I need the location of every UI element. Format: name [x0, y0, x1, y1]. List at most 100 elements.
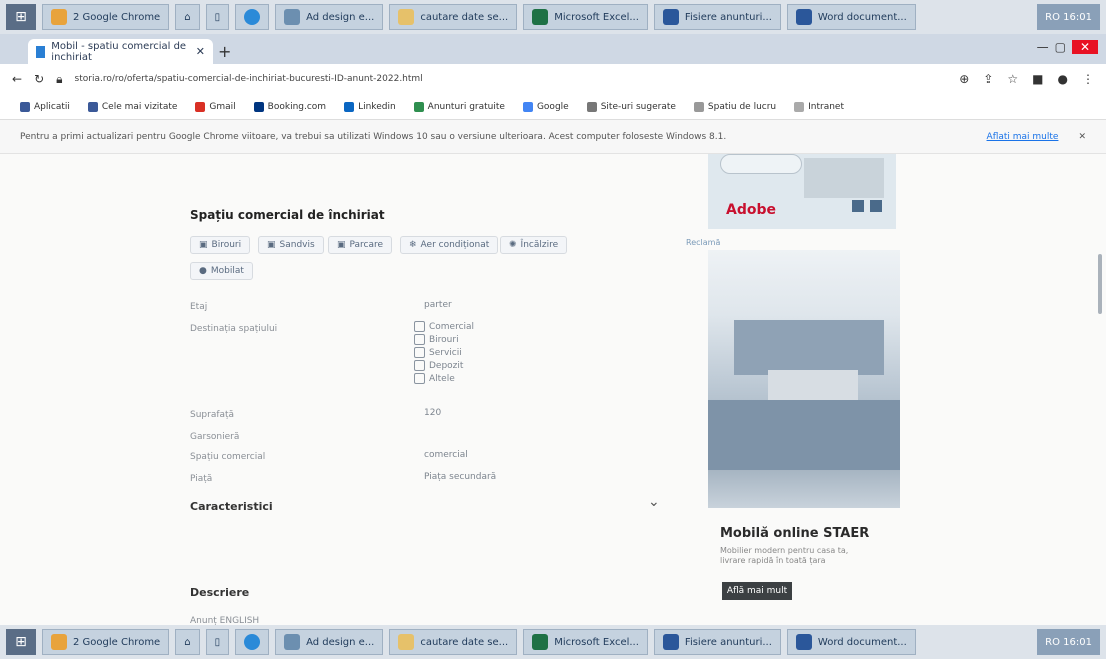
- office-icon: ▣: [199, 240, 208, 250]
- bookmark-item[interactable]: Cele mai vizitate: [87, 101, 177, 112]
- taskbar-word-button-2[interactable]: Word document...: [786, 629, 916, 655]
- browser-tab[interactable]: Mobil - spatiu comercial de inchiriat ✕: [28, 39, 213, 64]
- taskbar-doc-button[interactable]: Ad design e...: [275, 629, 384, 655]
- ac-icon: ❄: [409, 240, 417, 250]
- taskbar-excel-button[interactable]: Microsoft Excel...: [523, 4, 648, 30]
- bookmark-item[interactable]: Booking.com: [253, 101, 326, 112]
- scrollbar-thumb[interactable]: [1098, 254, 1102, 314]
- close-tab-icon[interactable]: ✕: [196, 45, 205, 58]
- folder-icon: [398, 634, 415, 650]
- taskbar-file-button[interactable]: ▯: [205, 4, 230, 30]
- ad-image-wall: [768, 370, 858, 400]
- taskbar-chrome-button[interactable]: 2 Google Chrome: [42, 4, 170, 30]
- check-icon: [414, 347, 425, 358]
- share-icon[interactable]: ⇪: [983, 72, 993, 86]
- windows-start-button[interactable]: ⊞: [6, 4, 36, 30]
- extensions-icon[interactable]: ■: [1032, 72, 1043, 86]
- maximize-button[interactable]: ▢: [1055, 40, 1066, 54]
- feature-chip: ▣ Sandvis: [258, 236, 324, 254]
- system-tray[interactable]: RO 16:01: [1037, 4, 1100, 30]
- bookmark-item[interactable]: Google: [522, 101, 569, 112]
- url-field[interactable]: storia.ro/ro/oferta/spatiu-comercial-de-…: [75, 74, 948, 84]
- facility-item: Altele: [414, 372, 474, 385]
- translate-icon[interactable]: ⊕: [959, 72, 969, 86]
- new-tab-button[interactable]: +: [218, 42, 231, 61]
- taskbar-edge-button[interactable]: [235, 4, 270, 30]
- detail-value: comercial: [424, 450, 468, 460]
- minimize-button[interactable]: —: [1037, 40, 1049, 54]
- taskbar-excel-button[interactable]: Microsoft Excel...: [523, 629, 648, 655]
- bookmark-item[interactable]: Gmail: [195, 101, 236, 112]
- back-icon[interactable]: ←: [12, 72, 22, 86]
- ad-kitchen-image[interactable]: [708, 250, 900, 508]
- reload-icon[interactable]: ↻: [34, 72, 44, 86]
- excel-icon: [532, 9, 549, 25]
- bookmark-item[interactable]: Spatiu de lucru: [693, 101, 776, 112]
- close-window-button[interactable]: ✕: [1071, 40, 1098, 54]
- detail-label: Garsonieră: [190, 432, 240, 442]
- ad-logo-icon: [852, 200, 864, 212]
- learn-more-link[interactable]: Aflati mai multe: [987, 132, 1059, 142]
- feature-chip: ● Mobilat: [190, 262, 253, 280]
- taskbar-edge-button[interactable]: [235, 629, 270, 655]
- taskbar-home-button[interactable]: ⌂: [175, 4, 200, 30]
- taskbar-word-button[interactable]: Fisiere anunturi...: [653, 629, 781, 655]
- taskbar-file-button[interactable]: ▯: [205, 629, 230, 655]
- chevron-down-icon[interactable]: ⌄: [648, 494, 660, 510]
- file-icon: ▯: [214, 636, 221, 648]
- bookmark-item[interactable]: Intranet: [794, 101, 844, 112]
- ad-banner-top[interactable]: Adobe: [708, 154, 896, 229]
- ad-logo-icon: [870, 200, 882, 212]
- folder-icon: [398, 9, 415, 25]
- bookmark-icon: [87, 101, 98, 112]
- feature-chip: ▣ Parcare: [328, 236, 393, 254]
- tab-strip: Mobil - spatiu comercial de inchiriat ✕ …: [0, 34, 1106, 64]
- bookmarks-bar: Aplicatii Cele mai vizitate Gmail Bookin…: [0, 94, 1106, 120]
- profile-icon[interactable]: ●: [1058, 72, 1068, 86]
- chrome-icon: [51, 9, 67, 25]
- ad-subtitle: Mobilier modern pentru casa ta, livrare …: [720, 546, 849, 565]
- detail-value: 120: [424, 408, 442, 418]
- detail-value: Piața secundară: [424, 472, 497, 482]
- site-icon: [413, 101, 424, 112]
- excel-icon: [532, 634, 549, 650]
- google-icon: [522, 101, 533, 112]
- ad-pill: [720, 154, 802, 174]
- edge-icon: [244, 9, 261, 25]
- taskbar-doc-button[interactable]: Ad design e...: [275, 4, 384, 30]
- lock-icon: 🔒︎: [56, 71, 63, 86]
- bookmark-item[interactable]: Linkedin: [344, 101, 396, 112]
- taskbar-folder-button[interactable]: cautare date se...: [389, 4, 518, 30]
- bookmark-item[interactable]: Aplicatii: [20, 101, 70, 112]
- check-icon: [414, 373, 425, 384]
- ad-cta-button[interactable]: Află mai mult: [722, 582, 792, 600]
- facility-item: Depozit: [414, 359, 474, 372]
- menu-icon[interactable]: ⋮: [1082, 72, 1094, 86]
- taskbar-chrome-button[interactable]: 2 Google Chrome: [42, 629, 170, 655]
- ad-image-cabinet: [734, 320, 884, 375]
- home-icon: ⌂: [184, 11, 191, 23]
- site-icon: [794, 101, 805, 112]
- facility-item: Birouri: [414, 333, 474, 346]
- taskbar-word-button-2[interactable]: Word document...: [786, 4, 916, 30]
- home-icon: ⌂: [184, 636, 191, 648]
- taskbar-home-button[interactable]: ⌂: [175, 629, 200, 655]
- close-icon[interactable]: ✕: [1078, 132, 1086, 142]
- system-tray[interactable]: RO 16:01: [1037, 629, 1100, 655]
- taskbar-word-button[interactable]: Fisiere anunturi...: [653, 4, 781, 30]
- ad-title[interactable]: Mobilă online STAER: [720, 526, 869, 541]
- bookmark-item[interactable]: Site-uri sugerate: [586, 101, 676, 112]
- detail-label: Suprafață: [190, 410, 235, 420]
- document-icon: [284, 9, 301, 25]
- word-icon: [795, 634, 812, 650]
- word-icon: [662, 634, 679, 650]
- check-icon: [414, 321, 425, 332]
- bookmark-star-icon[interactable]: ☆: [1007, 72, 1018, 86]
- document-icon: [284, 634, 301, 650]
- windows-start-button[interactable]: ⊞: [6, 629, 36, 655]
- taskbar-folder-button[interactable]: cautare date se...: [389, 629, 518, 655]
- word-icon: [795, 9, 812, 25]
- features-section-title: Caracteristici: [190, 500, 273, 513]
- bookmark-item[interactable]: Anunturi gratuite: [413, 101, 505, 112]
- taskbar-top: ⊞ 2 Google Chrome ⌂ ▯ Ad design e... cau…: [0, 0, 1106, 34]
